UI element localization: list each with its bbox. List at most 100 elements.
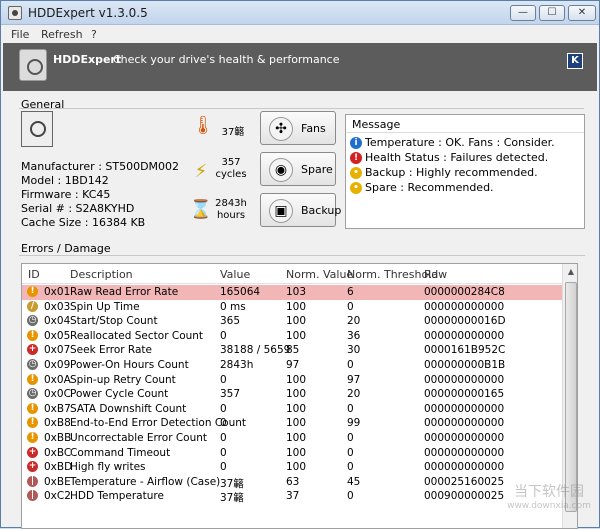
- cell-norm: 100: [286, 402, 307, 415]
- hours-value: 2843h: [215, 198, 247, 209]
- menu-refresh[interactable]: Refresh: [41, 28, 83, 41]
- fan-icon: ✣: [269, 117, 293, 141]
- cell-value: 0: [220, 402, 227, 415]
- maximize-button[interactable]: ☐: [539, 5, 565, 21]
- menu-file[interactable]: File: [11, 28, 29, 41]
- cell-norm: 100: [286, 315, 307, 328]
- close-button[interactable]: ✕: [568, 5, 596, 21]
- cell-value: 0: [220, 432, 227, 444]
- warning-icon: !: [27, 329, 38, 341]
- cell-norm: 97: [286, 359, 300, 371]
- hourglass-icon: ⌛: [189, 199, 213, 220]
- clock-icon: ◷: [27, 388, 38, 400]
- cell-value: 365: [220, 315, 241, 328]
- spare-drive-icon: ◉: [269, 158, 293, 182]
- table-row[interactable]: +0xBD High fly writes 0 100 0 000000000000: [22, 460, 562, 475]
- manufacturer-text: Manufacturer : ST500DM002: [21, 160, 180, 173]
- col-header-norm-value[interactable]: Norm. Value: [286, 268, 353, 281]
- table-row[interactable]: | 0xBE Temperature - Airflow (Case) 37簵 63 45…: [22, 475, 562, 490]
- table-row[interactable]: ◷ 0x0C Power Cycle Count 357 100 20 0000000001…: [22, 387, 562, 402]
- minimize-button[interactable]: —: [510, 5, 536, 21]
- safe-icon: ▣: [269, 199, 293, 223]
- cell-thr: 0: [347, 402, 354, 415]
- cell-thr: 0: [347, 490, 354, 503]
- table-row[interactable]: ! 0xB7 SATA Downshift Count 0 100 0 0000000000…: [22, 402, 562, 417]
- cell-id: 0xC2: [44, 490, 71, 503]
- bulb-icon: •: [350, 182, 362, 194]
- lightning-icon: ⚡: [194, 161, 208, 182]
- message-header: Message: [346, 115, 584, 133]
- warning-icon: !: [27, 402, 38, 414]
- table-row[interactable]: ! 0x05 Reallocated Sector Count 0 100 36 00000…: [22, 329, 562, 344]
- table-row[interactable]: ! 0x01 Raw Read Error Rate 165064 103 6 000000…: [22, 285, 562, 300]
- hours-unit: hours: [216, 210, 246, 221]
- fans-button[interactable]: ✣ Fans: [260, 111, 336, 145]
- help-icon[interactable]: K: [567, 53, 583, 69]
- general-divider: [19, 108, 584, 109]
- col-header-value[interactable]: Value: [220, 268, 250, 281]
- medical-icon: +: [27, 446, 38, 458]
- cell-thr: 45: [347, 475, 361, 488]
- table-row[interactable]: ! 0xB8 End-to-End Error Detection Count 0 10…: [22, 416, 562, 431]
- cell-value: 165064: [220, 286, 261, 298]
- cell-value: 0: [220, 461, 227, 474]
- col-header-id[interactable]: ID: [28, 268, 40, 281]
- header-banner: HDDExpert Check your drive's health & pe…: [3, 43, 597, 91]
- serial-text: Serial # : S2A8KYHD: [21, 202, 135, 215]
- cell-desc: Uncorrectable Error Count: [70, 432, 208, 444]
- cell-desc: Spin-up Retry Count: [70, 373, 176, 386]
- cell-value: 0: [220, 446, 227, 459]
- cell-id: 0x03: [44, 300, 71, 313]
- cell-norm: 100: [286, 300, 307, 313]
- table-row[interactable]: | 0xC2 HDD Temperature 37簵 37 0 000900000025: [22, 489, 562, 504]
- col-header-description[interactable]: Description: [70, 268, 133, 281]
- cell-norm: 100: [286, 373, 307, 386]
- cell-desc: Seek Error Rate: [70, 344, 153, 357]
- backup-button-label: Backup: [301, 204, 342, 217]
- cell-thr: 0: [347, 300, 354, 313]
- table-row[interactable]: +0xBC Command Timeout 0 100 0 000000000000: [22, 446, 562, 461]
- cell-norm: 100: [286, 432, 307, 444]
- table-row[interactable]: +0x07 Seek Error Rate 38188 / 5659 85 30 0000…: [22, 343, 562, 358]
- scroll-thumb[interactable]: [565, 282, 577, 512]
- cycles-value: 357: [221, 157, 241, 168]
- cell-desc: Command Timeout: [70, 446, 171, 459]
- col-header-raw[interactable]: Raw: [424, 268, 447, 281]
- cell-raw: 000000000000: [424, 402, 505, 415]
- cell-thr: 0: [347, 461, 354, 474]
- table-row[interactable]: ◷ 0x04 Start/Stop Count 365 100 20 00000000016…: [22, 314, 562, 329]
- cell-desc: Power-On Hours Count: [70, 359, 189, 371]
- errors-divider: [19, 255, 585, 256]
- fans-button-label: Fans: [301, 122, 326, 135]
- cell-desc: Temperature - Airflow (Case): [70, 475, 221, 488]
- title-bar[interactable]: HDDExpert v1.3.0.5 — ☐ ✕: [1, 1, 599, 25]
- cell-norm: 63: [286, 475, 300, 488]
- cell-id: 0xBC: [44, 446, 72, 459]
- spare-button[interactable]: ◉ Spare: [260, 152, 336, 186]
- table-row[interactable]: ! 0xBB Uncorrectable Error Count 0 100 0 00000…: [22, 431, 562, 446]
- cell-raw: 000000000165: [424, 388, 505, 401]
- error-icon: !: [350, 152, 362, 164]
- hdd-logo-icon: [19, 49, 47, 81]
- warning-icon: !: [27, 373, 38, 385]
- cell-thr: 6: [347, 286, 354, 298]
- thermometer-icon: |: [27, 490, 38, 502]
- app-window: HDDExpert v1.3.0.5 — ☐ ✕ File Refresh ? …: [0, 0, 600, 529]
- menu-help[interactable]: ?: [91, 28, 97, 41]
- cell-id: 0x0C: [44, 388, 71, 401]
- table-row[interactable]: ! 0x0A Spin-up Retry Count 0 100 97 0000000000…: [22, 373, 562, 388]
- table-row[interactable]: ◷ 0x09 Power-On Hours Count 2843h 97 0 0000000…: [22, 358, 562, 373]
- table-row[interactable]: /0x03 Spin Up Time 0 ms 100 0 000000000000: [22, 300, 562, 315]
- warning-icon: !: [27, 417, 38, 429]
- backup-button[interactable]: ▣ Backup: [260, 193, 341, 227]
- cell-id: 0x0A: [44, 373, 71, 386]
- banner-tagline: Check your drive's health & performance: [113, 53, 340, 66]
- smart-table[interactable]: ID Description Value Norm. Value Norm. T…: [21, 263, 578, 529]
- cell-value: 2843h: [220, 359, 254, 371]
- model-text: Model : 1BD142: [21, 174, 109, 187]
- cell-norm: 100: [286, 417, 307, 430]
- scroll-up-arrow-icon[interactable]: ▲: [563, 264, 577, 280]
- cell-raw: 000000000000: [424, 417, 505, 430]
- hdd-app-icon: [8, 6, 22, 20]
- cell-value: 0: [220, 329, 227, 342]
